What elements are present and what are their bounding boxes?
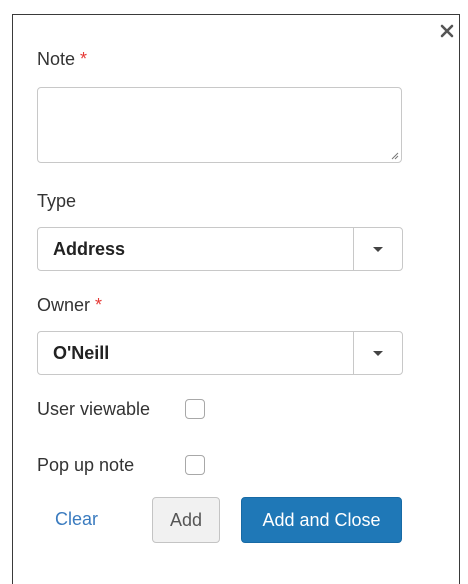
pop-up-note-label: Pop up note [37, 455, 135, 475]
close-button[interactable] [437, 21, 457, 41]
type-label: Type [37, 191, 76, 212]
type-select[interactable]: Address [37, 227, 403, 271]
type-select-value: Address [53, 238, 126, 259]
add-button-label: Add [169, 509, 203, 530]
add-and-close-button[interactable]: Add and Close [241, 497, 402, 543]
owner-dropdown-toggle[interactable] [353, 332, 402, 374]
note-label: Note * [37, 49, 87, 70]
add-button[interactable]: Add [152, 497, 220, 543]
chevron-down-icon [373, 350, 383, 356]
type-label-text: Type [37, 191, 77, 211]
resize-grip-icon[interactable] [389, 150, 399, 160]
close-icon [440, 24, 454, 38]
add-note-dialog: Note * Type Address Owner * O'Neill User v… [12, 14, 460, 584]
note-textarea[interactable] [37, 87, 402, 163]
owner-select-value: O'Neill [53, 342, 110, 363]
add-and-close-button-label: Add and Close [262, 509, 381, 530]
owner-label: Owner * [37, 295, 102, 316]
pop-up-note-checkbox[interactable] [185, 455, 205, 475]
pop-up-note-row: Pop up note [37, 455, 134, 476]
user-viewable-row: User viewable [37, 399, 150, 420]
note-required-mark: * [80, 49, 88, 69]
owner-label-text: Owner [37, 295, 91, 315]
type-dropdown-toggle[interactable] [353, 228, 402, 270]
owner-required-mark: * [95, 295, 103, 315]
user-viewable-label: User viewable [37, 399, 151, 419]
owner-select[interactable]: O'Neill [37, 331, 403, 375]
user-viewable-checkbox[interactable] [185, 399, 205, 419]
clear-button[interactable]: Clear [55, 509, 98, 530]
chevron-down-icon [373, 246, 383, 252]
note-label-text: Note [37, 49, 76, 69]
